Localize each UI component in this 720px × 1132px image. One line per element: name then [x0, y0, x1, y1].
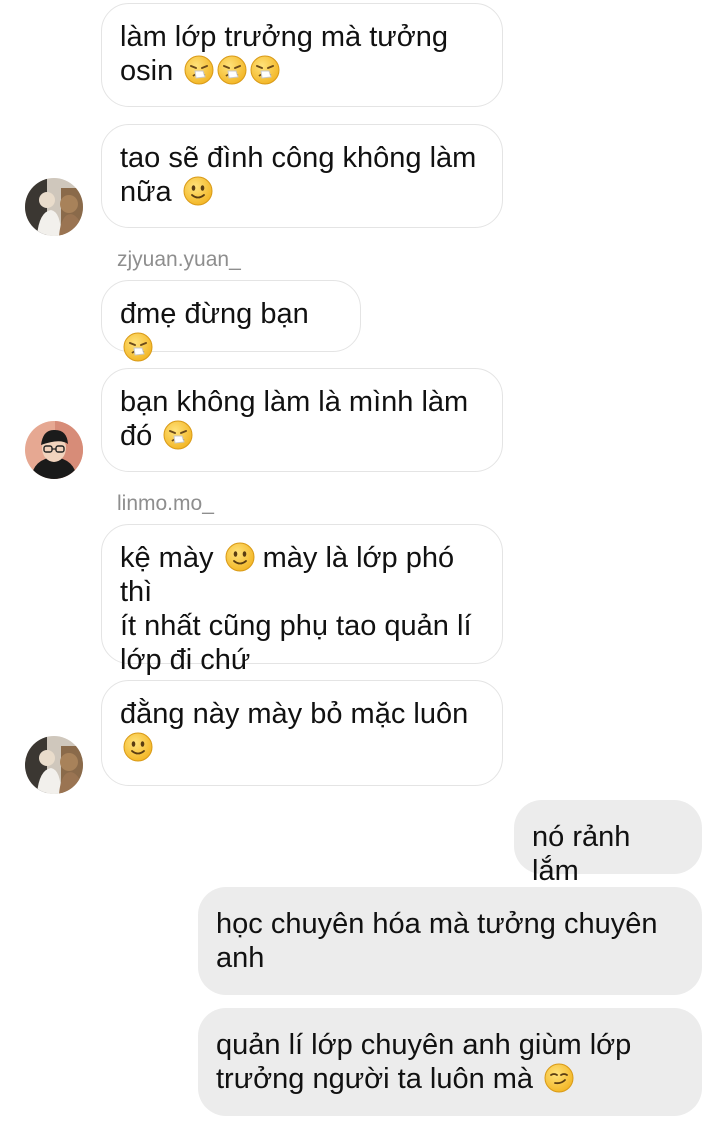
message-line: kệ mày mày là lớp phó thì	[120, 541, 484, 609]
message-text: đmẹ đừng bạn	[120, 298, 309, 330]
message-bubble-outgoing[interactable]: quản lí lớp chuyên anh giùm lớp trưởng n…	[198, 1008, 702, 1116]
message-text: học chuyên hóa mà tưởng chuyên anh	[216, 908, 658, 974]
message-bubble-incoming[interactable]: bạn không làm là mình làm đó	[101, 368, 503, 472]
message-bubble-incoming[interactable]: tao sẽ đình công không làm nữa	[101, 124, 503, 228]
sneezing-face-icon	[184, 55, 214, 85]
smirking-face-icon	[544, 1063, 574, 1093]
message-text: làm lớp trưởng mà tưởng osin	[120, 21, 448, 87]
sneezing-face-icon	[217, 55, 247, 85]
avatar-zjyuan-yuan[interactable]	[25, 736, 83, 794]
message-bubble-outgoing[interactable]: nó rảnh lắm	[514, 800, 702, 887]
message-text: tao sẽ đình công không làm nữa	[120, 142, 477, 208]
message-text: kệ mày	[120, 542, 214, 574]
avatar-linmo-mo[interactable]	[25, 421, 83, 479]
message-bubble-incoming[interactable]: đmẹ đừng bạn	[101, 280, 361, 362]
slightly-smiling-face-icon	[183, 176, 213, 206]
message-line: ít nhất cũng phụ tao quản lí	[120, 610, 472, 642]
message-text: nó rảnh lắm	[532, 821, 631, 887]
message-line: lớp đi chứ	[120, 644, 251, 676]
sender-name: linmo.mo_	[117, 492, 214, 515]
sneezing-face-icon	[163, 420, 193, 450]
sneezing-face-icon	[250, 55, 280, 85]
message-bubble-outgoing[interactable]: học chuyên hóa mà tưởng chuyên anh	[198, 887, 702, 995]
sender-name: zjyuan.yuan_	[117, 248, 241, 271]
message-text: đằng này mày bỏ mặc luôn	[120, 698, 469, 730]
message-bubble-incoming[interactable]: làm lớp trưởng mà tưởng osin	[101, 3, 503, 107]
avatar-zjyuan-yuan[interactable]	[25, 178, 83, 236]
sneezing-face-icon	[123, 332, 153, 362]
message-bubble-incoming[interactable]: đằng này mày bỏ mặc luôn	[101, 680, 503, 786]
slightly-smiling-face-icon	[225, 542, 255, 572]
message-bubble-incoming[interactable]: kệ mày mày là lớp phó thì ít nhất cũng p…	[101, 524, 503, 676]
slightly-smiling-face-icon	[123, 732, 153, 762]
